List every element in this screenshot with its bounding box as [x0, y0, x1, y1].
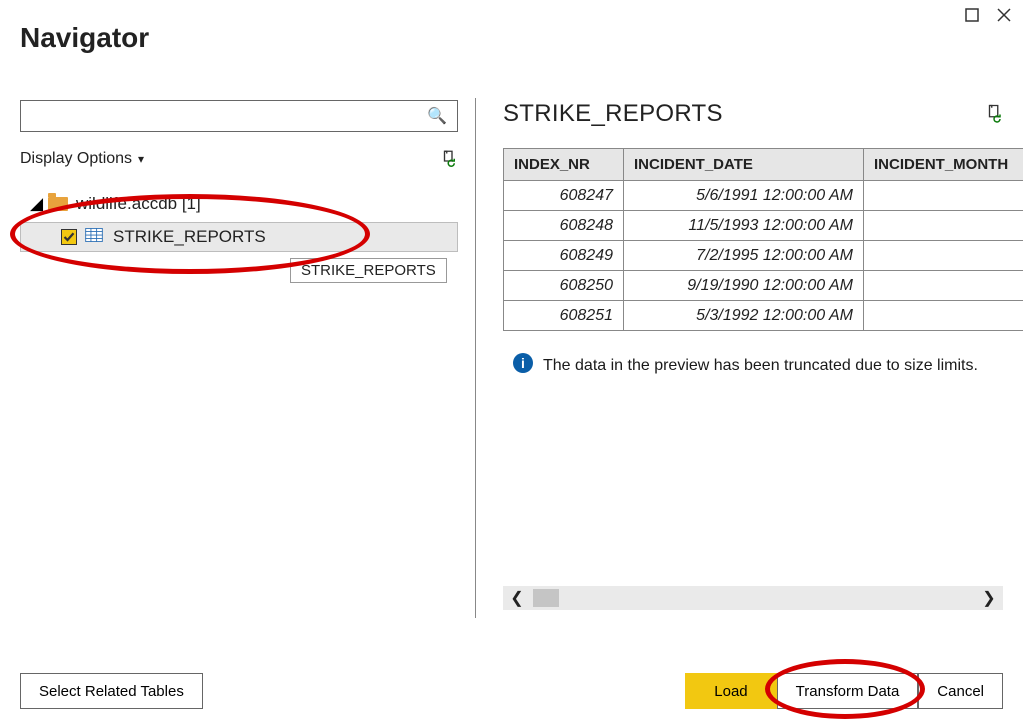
- panel-divider: [475, 98, 476, 618]
- scroll-right-icon[interactable]: ❯: [975, 588, 1003, 608]
- transform-data-button[interactable]: Transform Data: [777, 673, 919, 709]
- table-row: 6082475/6/1991 12:00:00 AM: [504, 181, 1023, 211]
- tree-item-checkbox[interactable]: [61, 229, 77, 245]
- display-options-label: Display Options: [20, 150, 132, 168]
- search-icon[interactable]: 🔍: [427, 106, 447, 126]
- col-header[interactable]: INCIDENT_MONTH: [864, 149, 1023, 181]
- window-restore-icon[interactable]: [963, 6, 981, 24]
- scroll-thumb[interactable]: [533, 589, 559, 607]
- scroll-left-icon[interactable]: ❮: [503, 588, 531, 608]
- info-icon: i: [513, 353, 533, 373]
- window-close-icon[interactable]: [995, 6, 1013, 24]
- select-related-tables-button[interactable]: Select Related Tables: [20, 673, 203, 709]
- table-icon: [85, 227, 103, 247]
- expander-icon[interactable]: ◢: [30, 194, 42, 214]
- load-button[interactable]: Load: [685, 673, 776, 709]
- info-text: The data in the preview has been truncat…: [543, 353, 978, 379]
- horizontal-scrollbar[interactable]: ❮ ❯: [503, 586, 1003, 610]
- refresh-tree-button[interactable]: [440, 149, 458, 170]
- preview-title: STRIKE_REPORTS: [503, 100, 985, 128]
- folder-icon: [48, 197, 68, 211]
- search-input[interactable]: [29, 107, 427, 125]
- tree-database-node[interactable]: ◢ wildlife.accdb [1]: [20, 190, 458, 218]
- col-header[interactable]: INDEX_NR: [504, 149, 624, 181]
- table-row: 6082509/19/1990 12:00:00 AM: [504, 271, 1023, 301]
- col-header[interactable]: INCIDENT_DATE: [624, 149, 864, 181]
- cancel-button[interactable]: Cancel: [918, 673, 1003, 709]
- chevron-down-icon: ▾: [138, 152, 144, 166]
- table-row: 60824811/5/1993 12:00:00 AM: [504, 211, 1023, 241]
- info-message-row: i The data in the preview has been trunc…: [503, 353, 1003, 379]
- tree-item-tooltip: STRIKE_REPORTS: [290, 258, 447, 283]
- search-input-wrap[interactable]: 🔍: [20, 100, 458, 132]
- preview-table: INDEX_NR INCIDENT_DATE INCIDENT_MONTH 60…: [503, 148, 1023, 331]
- dialog-title: Navigator: [20, 22, 149, 54]
- refresh-preview-button[interactable]: [985, 103, 1003, 126]
- table-row: 6082515/3/1992 12:00:00 AM: [504, 301, 1023, 331]
- table-row: 6082497/2/1995 12:00:00 AM: [504, 241, 1023, 271]
- tree-item-strike-reports[interactable]: STRIKE_REPORTS: [20, 222, 458, 252]
- tree-item-label: STRIKE_REPORTS: [113, 227, 266, 247]
- display-options-dropdown[interactable]: Display Options ▾: [20, 150, 144, 168]
- tree-database-label: wildlife.accdb [1]: [76, 194, 201, 214]
